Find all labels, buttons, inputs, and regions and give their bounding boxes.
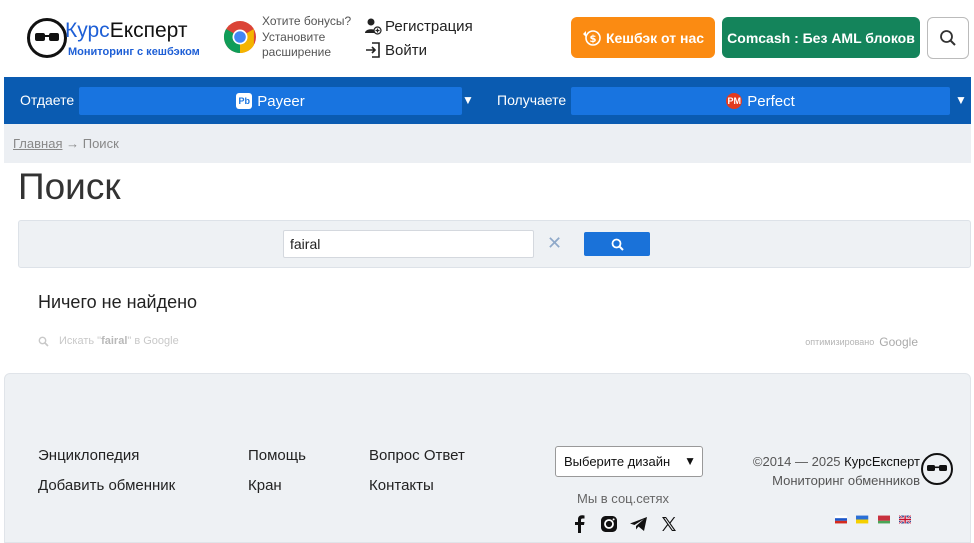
extension-line-2: Установите — [262, 29, 326, 44]
google-search-row: Искать " fairal " в Google оптимизировано … — [38, 334, 918, 352]
receive-currency-select[interactable]: PM Perfect — [571, 87, 950, 115]
search-input[interactable] — [283, 230, 534, 258]
site-logo[interactable]: КурсЕксперт Мониторинг с кешбэком — [27, 16, 207, 62]
comcash-label: Comcash : Без AML блоков — [727, 29, 915, 46]
chevron-down-icon: ▼ — [684, 454, 696, 468]
register-link[interactable]: Регистрация — [364, 14, 484, 38]
svg-text:$: $ — [589, 34, 596, 45]
breadcrumb-home[interactable]: Главная — [13, 136, 62, 151]
copyright-prefix: ©2014 — 2025 — [752, 454, 845, 469]
receive-currency-label: Perfect — [747, 92, 795, 110]
give-currency-label: Payeer — [257, 92, 305, 110]
search-icon — [611, 238, 624, 251]
give-label: Отдаете — [20, 92, 75, 108]
google-query: fairal — [101, 335, 128, 347]
extension-promo[interactable]: Хотите бонусы? Установите расширение — [223, 14, 358, 64]
copyright-block: ©2014 — 2025 КурсЕксперт Мониторинг обме… — [740, 452, 920, 490]
search-submit-button[interactable] — [584, 232, 650, 256]
chrome-icon — [223, 21, 256, 54]
design-select[interactable]: Выберите дизайн ▼ — [555, 446, 703, 477]
footer-link-faq[interactable]: Вопрос Ответ — [369, 447, 465, 464]
google-prefix: Искать " — [59, 335, 102, 347]
register-label: Регистрация — [385, 17, 473, 35]
footer-link-faucet[interactable]: Кран — [248, 477, 282, 494]
receive-label: Получаете — [497, 92, 567, 108]
design-select-value: Выберите дизайн — [564, 454, 671, 469]
copyright-brand: КурсЕксперт — [844, 454, 920, 469]
search-panel: ✕ — [18, 220, 971, 268]
google-brand: Google — [879, 335, 918, 349]
clear-search-icon[interactable]: ✕ — [547, 233, 562, 253]
facebook-icon[interactable] — [568, 514, 589, 534]
footer-link-encyclopedia[interactable]: Энциклопедия — [38, 447, 139, 464]
footer-link-help[interactable]: Помощь — [248, 447, 306, 464]
language-flags — [835, 515, 920, 527]
breadcrumb-separator: → — [66, 136, 80, 151]
footer: Энциклопедия Добавить обменник Помощь Кр… — [4, 373, 971, 543]
glasses-logo-icon — [27, 18, 67, 58]
footer-link-contacts[interactable]: Контакты — [369, 477, 434, 494]
perfect-money-icon: PM — [726, 93, 743, 109]
social-label: Мы в соц.сетях — [577, 491, 670, 506]
extension-text: Хотите бонусы? Установите расширение — [262, 14, 362, 61]
page-title: Поиск — [18, 166, 121, 207]
google-optimized-badge: оптимизировано Google — [805, 335, 918, 349]
receive-dropdown-arrow-icon[interactable]: ▼ — [955, 77, 967, 124]
breadcrumb-current: Поиск — [82, 136, 119, 151]
cashback-icon: $ — [582, 29, 601, 46]
cashback-label: Кешбэк от нас — [605, 29, 705, 46]
glasses-logo-icon — [921, 453, 953, 485]
login-icon — [366, 42, 380, 58]
header: КурсЕксперт Мониторинг с кешбэком Хотите… — [0, 0, 974, 77]
no-results-message: Ничего не найдено — [38, 292, 198, 312]
telegram-icon[interactable] — [628, 514, 649, 534]
copyright-subtitle: Мониторинг обменников — [772, 473, 920, 488]
belarusian-flag-icon[interactable] — [877, 515, 890, 524]
russian-flag-icon[interactable] — [835, 515, 848, 524]
google-search-link[interactable]: Искать " fairal " в Google — [38, 335, 179, 347]
login-label: Войти — [385, 41, 427, 59]
instagram-icon[interactable] — [598, 514, 619, 534]
ukrainian-flag-icon[interactable] — [856, 515, 869, 524]
google-suffix: " в Google — [127, 335, 179, 347]
logo-title: КурсЕксперт — [65, 19, 188, 42]
payeer-icon: Pb — [236, 93, 253, 109]
english-flag-icon[interactable] — [898, 515, 911, 524]
login-link[interactable]: Войти — [364, 38, 484, 62]
logo-subtitle: Мониторинг с кешбэком — [68, 46, 200, 58]
x-twitter-icon[interactable] — [658, 514, 679, 534]
auth-links: Регистрация Войти — [364, 14, 484, 62]
give-dropdown-arrow-icon[interactable]: ▼ — [462, 77, 474, 124]
cashback-button[interactable]: $ Кешбэк от нас — [571, 17, 715, 58]
footer-link-add-exchanger[interactable]: Добавить обменник — [38, 477, 175, 494]
search-icon — [38, 336, 49, 347]
comcash-button[interactable]: Comcash : Без AML блоков — [722, 17, 920, 58]
give-currency-select[interactable]: Pb Payeer — [79, 87, 462, 115]
exchange-bar: Отдаете Pb Payeer ▼ Получаете PM Perfect… — [4, 77, 971, 124]
extension-line-1: Хотите бонусы? — [262, 14, 352, 28]
search-icon — [940, 30, 956, 46]
header-search-button[interactable] — [927, 17, 969, 59]
extension-line-3: расширение — [262, 45, 332, 59]
breadcrumb: Главная → Поиск — [4, 124, 971, 163]
social-links — [568, 513, 688, 535]
user-add-icon — [365, 18, 382, 35]
optimized-label: оптимизировано — [805, 337, 875, 347]
